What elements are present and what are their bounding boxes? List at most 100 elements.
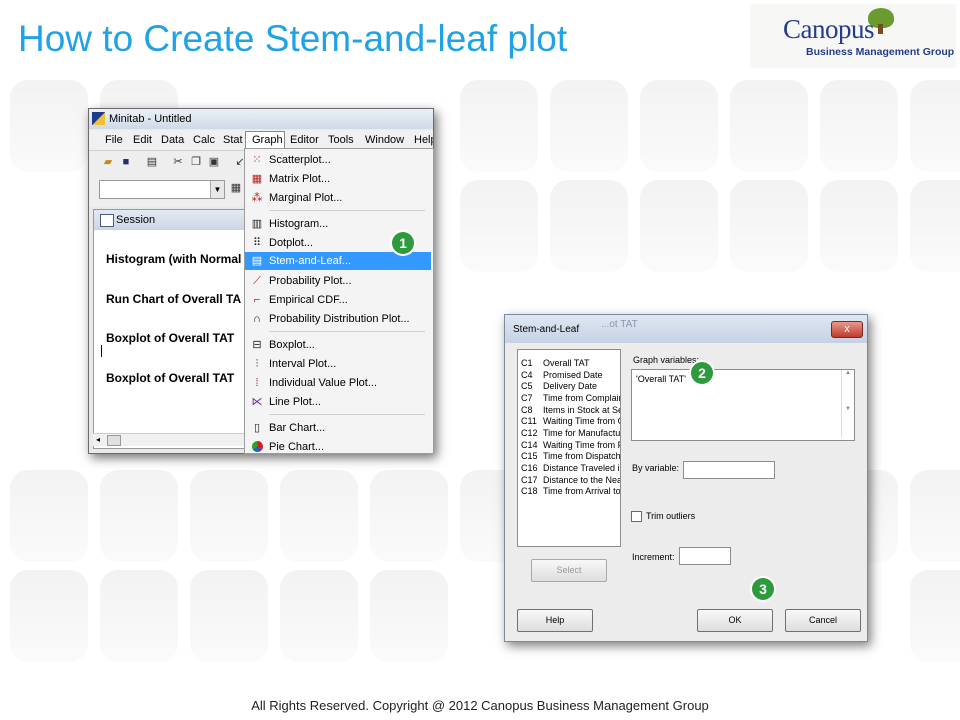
trim-outliers-label: Trim outliers <box>646 511 696 521</box>
menu-help[interactable]: Help <box>414 134 433 146</box>
menu-window[interactable]: Window <box>365 134 404 146</box>
paste-icon[interactable]: ▣ <box>207 155 221 169</box>
matrix-plot-icon: ▦ <box>251 173 263 185</box>
logo-name: Canopus <box>783 14 875 44</box>
menu-item-stem-and-leaf[interactable]: ▤ Stem-and-Leaf... <box>245 252 431 270</box>
variable-list[interactable]: C1 Overall TAT C4 Promised Date C5 Delivery… <box>517 349 621 547</box>
menu-item-label: Matrix Plot... <box>269 173 331 185</box>
minitab-logo-icon <box>92 112 105 125</box>
menu-item-label: Stem-and-Leaf... <box>269 255 351 267</box>
boxplot-icon: ⊟ <box>252 339 262 351</box>
menu-stat[interactable]: Stat <box>223 134 243 146</box>
menu-item-label: Histogram... <box>269 218 329 230</box>
copy-icon[interactable]: ❐ <box>189 155 203 169</box>
worksheet-combo[interactable]: ▼ <box>99 180 225 199</box>
individual-value-plot-icon: ⁞ <box>255 377 259 389</box>
interval-plot-icon: ⫶ <box>255 358 259 370</box>
menu-item-label: Individual Value Plot... <box>269 377 378 389</box>
menu-item-empirical-cdf[interactable]: ⌐ Empirical CDF... <box>245 291 431 309</box>
list-item[interactable]: C11 Waiting Time from O <box>521 416 620 428</box>
menu-graph[interactable]: Graph <box>252 134 283 146</box>
session-titlebar: Session <box>94 210 264 230</box>
print-icon[interactable]: ▤ <box>145 155 159 169</box>
probability-plot-icon: ⟋ <box>253 275 261 287</box>
menu-item-matrix-plot[interactable]: ▦ Matrix Plot... <box>245 170 431 188</box>
graph-tool-icon[interactable]: ▦ <box>229 181 243 195</box>
step-3-badge: 3 <box>752 578 774 600</box>
increment-label: Increment: <box>632 552 675 562</box>
menu-data[interactable]: Data <box>161 134 184 146</box>
dialog-titlebar: Stem-and-Leaf ...ot TAT x <box>505 315 867 343</box>
menu-item-label: Bar Chart... <box>269 422 326 434</box>
ok-button[interactable]: OK <box>697 609 773 632</box>
logo-tree-trunk <box>878 24 883 34</box>
cancel-button[interactable]: Cancel <box>785 609 861 632</box>
list-item[interactable]: C16 Distance Traveled in <box>521 463 620 475</box>
menu-item-label: Boxplot... <box>269 339 315 351</box>
distribution-plot-icon: ∩ <box>253 313 261 325</box>
cut-icon[interactable]: ✂ <box>171 155 185 169</box>
menu-edit[interactable]: Edit <box>133 134 152 146</box>
increment-field[interactable] <box>679 547 731 565</box>
menu-item-label: Probability Plot... <box>269 275 352 287</box>
menu-item-individual-value-plot[interactable]: ⁞ Individual Value Plot... <box>245 374 431 392</box>
dialog-ghost-title: ...ot TAT <box>601 319 638 330</box>
step-2-badge: 2 <box>691 362 713 384</box>
copyright-footer: All Rights Reserved. Copyright @ 2012 Ca… <box>251 698 709 713</box>
text-cursor <box>101 345 102 357</box>
menu-file[interactable]: File <box>105 134 123 146</box>
open-icon[interactable]: ▰ <box>101 155 115 169</box>
menu-item-probability-plot[interactable]: ⟋ Probability Plot... <box>245 272 431 290</box>
menu-calc[interactable]: Calc <box>193 134 215 146</box>
menu-item-histogram[interactable]: ▥ Histogram... <box>245 215 431 233</box>
chevron-down-icon[interactable]: ▼ <box>210 181 224 198</box>
close-icon[interactable]: x <box>831 321 863 338</box>
menu-item-label: Pie Chart... <box>269 441 325 453</box>
list-item[interactable]: C1 Overall TAT <box>521 358 590 370</box>
menu-item-bar-chart[interactable]: ▯ Bar Chart... <box>245 419 431 437</box>
menu-item-label: Probability Distribution Plot... <box>269 313 410 325</box>
menu-item-interval-plot[interactable]: ⫶ Interval Plot... <box>245 355 431 373</box>
menu-item-scatterplot[interactable]: ⁙ Scatterplot... <box>245 151 431 169</box>
menu-tools[interactable]: Tools <box>328 134 354 146</box>
slide-title: How to Create Stem-and-leaf plot <box>18 18 568 59</box>
window-title: Minitab - Untitled <box>109 113 192 125</box>
menu-item-pie-chart[interactable]: Pie Chart... <box>245 438 431 453</box>
list-item[interactable]: C15 Time from Dispatch t <box>521 451 620 463</box>
list-item[interactable]: C7 Time from Complaint <box>521 393 620 405</box>
session-line: Boxplot of Overall TAT <box>106 331 235 345</box>
session-title: Session <box>116 214 156 226</box>
pie-chart-icon <box>250 441 264 453</box>
menu-item-distribution-plot[interactable]: ∩ Probability Distribution Plot... <box>245 310 431 328</box>
window-titlebar: Minitab - Untitled <box>89 109 433 129</box>
trim-outliers-checkbox[interactable] <box>631 511 642 522</box>
horizontal-scrollbar[interactable]: ◂ <box>93 433 245 446</box>
scroll-left-icon[interactable]: ◂ <box>96 435 100 444</box>
session-line: Run Chart of Overall TA <box>106 292 242 306</box>
list-item[interactable]: C18 Time from Arrival to <box>521 486 620 498</box>
dialog-title: Stem-and-Leaf <box>513 324 580 335</box>
select-button[interactable]: Select <box>531 559 607 582</box>
menu-item-label: Marginal Plot... <box>269 192 343 204</box>
menu-editor[interactable]: Editor <box>290 134 319 146</box>
menu-item-label: Scatterplot... <box>269 154 331 166</box>
list-item[interactable]: C5 Delivery Date <box>521 381 597 393</box>
menu-item-line-plot[interactable]: ⋉ Line Plot... <box>245 393 431 411</box>
save-icon[interactable]: ■ <box>119 155 133 169</box>
by-variable-field[interactable] <box>683 461 775 479</box>
histogram-icon: ▥ <box>251 218 263 230</box>
graph-menu: ⁙ Scatterplot... ▦ Matrix Plot... ⁂ Margina… <box>244 148 434 454</box>
menu-item-label: Empirical CDF... <box>269 294 348 306</box>
menu-item-marginal-plot[interactable]: ⁂ Marginal Plot... <box>245 189 431 207</box>
dotplot-icon: ⠿ <box>252 237 262 249</box>
graph-variables-field[interactable]: 'Overall TAT' ▲ ▼ <box>631 369 855 441</box>
vertical-scrollbar[interactable]: ▲ ▼ <box>841 370 854 438</box>
empirical-cdf-icon: ⌐ <box>253 294 261 306</box>
graph-variables-value: 'Overall TAT' <box>636 374 686 384</box>
menu-item-boxplot[interactable]: ⊟ Boxplot... <box>245 336 431 354</box>
session-icon <box>100 214 114 227</box>
help-button[interactable]: Help <box>517 609 593 632</box>
scrollbar-thumb[interactable] <box>107 435 121 446</box>
list-item[interactable]: C12 Time for Manufactur <box>521 428 620 440</box>
menu-item-label: Dotplot... <box>269 237 314 249</box>
